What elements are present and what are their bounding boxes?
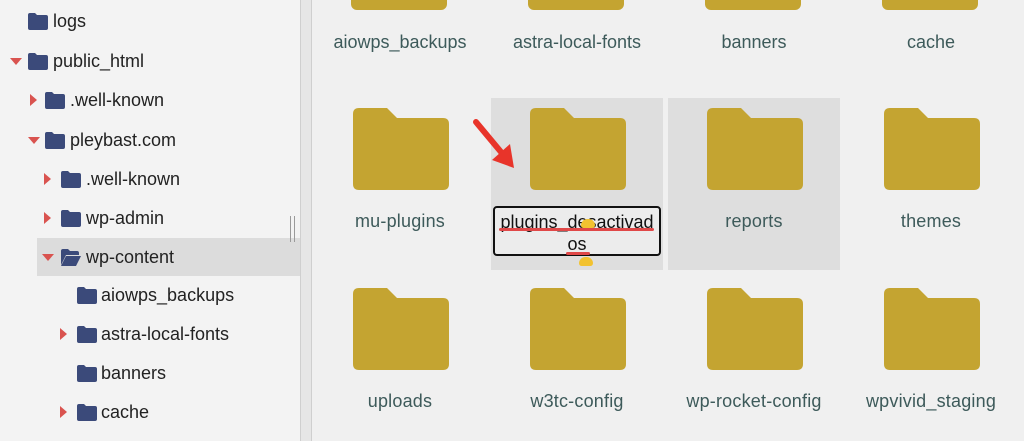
folder-icon [28, 13, 48, 30]
folder-tile-wpvivid-staging[interactable]: wpvivid_staging [845, 278, 1017, 441]
folder-icon [707, 288, 803, 370]
tree-item-label: cache [101, 402, 150, 422]
folder-tile-themes[interactable]: themes [845, 98, 1017, 270]
tree-item-label: banners [101, 363, 167, 383]
tree-item-wp-admin[interactable]: wp-admin [0, 199, 300, 237]
tree-item-banners[interactable]: banners [0, 354, 300, 392]
caret-down-icon[interactable] [42, 254, 54, 261]
folder-icon[interactable] [528, 0, 624, 10]
tree-item-label: .well-known [86, 169, 181, 189]
folder-icon[interactable] [882, 0, 978, 10]
folder-tile-w3tc-config[interactable]: w3tc-config [491, 278, 663, 441]
tree-item-well-known[interactable]: .well-known [0, 81, 300, 119]
folder-icon [61, 171, 81, 188]
spellcheck-underline [566, 252, 590, 255]
tree-item-label: wp-content [86, 247, 175, 267]
folder-icon [884, 108, 980, 190]
folder-icon [353, 108, 449, 190]
tree-item-cache[interactable]: cache [0, 393, 300, 431]
tree-item-astra-local-fonts[interactable]: astra-local-fonts [0, 315, 300, 353]
tree-item-public-html[interactable]: public_html [0, 42, 300, 80]
folder-icon [45, 92, 65, 109]
folder-icon [77, 404, 97, 421]
tree-item-label: public_html [53, 51, 145, 71]
folder-label-astra-local-fonts[interactable]: astra-local-fonts [491, 32, 663, 53]
folder-open-icon [61, 249, 81, 266]
folder-icon[interactable] [351, 0, 447, 10]
folder-icon [28, 53, 48, 70]
folder-name: reports [725, 211, 783, 231]
folder-label-banners[interactable]: banners [668, 32, 840, 53]
caret-right-icon[interactable] [60, 406, 67, 418]
pane-splitter[interactable] [300, 0, 312, 441]
tree-item-wp-content[interactable]: wp-content [37, 238, 300, 276]
red-arrow-icon [473, 119, 514, 168]
folder-icon [707, 108, 803, 190]
tree-item-label: pleybast.com [70, 130, 177, 150]
tree-item-label: aiowps_backups [101, 285, 235, 305]
folder-icon [530, 288, 626, 370]
folder-name: w3tc-config [530, 391, 624, 411]
folder-name: mu-plugins [354, 211, 446, 231]
folder-icon[interactable] [705, 0, 801, 10]
tree-item-label: .well-known [70, 90, 165, 110]
folder-icon [530, 108, 626, 190]
tree-item-well-known[interactable]: .well-known [0, 160, 300, 198]
folder-icon [61, 210, 81, 227]
folder-tree: logs public_html .well-known pleybast.com .w… [0, 0, 300, 441]
tree-item-label: astra-local-fonts [101, 324, 230, 344]
folder-name: themes [900, 211, 962, 231]
tree-item-pleybast-com[interactable]: pleybast.com [0, 121, 300, 159]
folder-icon [45, 132, 65, 149]
tree-item-logs[interactable]: logs [0, 2, 300, 40]
splitter-grip-icon[interactable] [289, 216, 297, 242]
tree-item-aiowps-backups[interactable]: aiowps_backups [0, 276, 300, 314]
selection-handle-icon[interactable] [579, 257, 593, 266]
folder-label-cache[interactable]: cache [845, 32, 1017, 53]
folder-tile-wp-rocket-config[interactable]: wp-rocket-config [668, 278, 840, 441]
folder-name: wpvivid_staging [865, 391, 997, 411]
folder-name: wp-rocket-config [686, 391, 822, 411]
folder-icon [77, 326, 97, 343]
caret-right-icon[interactable] [44, 173, 51, 185]
caret-right-icon[interactable] [30, 94, 37, 106]
tree-item-label: wp-admin [86, 208, 165, 228]
folder-icon [884, 288, 980, 370]
spellcheck-underline [499, 228, 654, 231]
selection-handle-icon[interactable] [581, 219, 595, 228]
caret-down-icon[interactable] [28, 137, 40, 144]
folder-icon [77, 365, 97, 382]
folder-icon [353, 288, 449, 370]
tree-item-label: logs [53, 11, 87, 31]
rename-input[interactable]: plugins_desactivad os [493, 206, 661, 256]
file-grid: aiowps_backups astra-local-fonts banners… [312, 0, 1024, 441]
folder-tile-mu-plugins[interactable]: mu-plugins [314, 98, 486, 270]
caret-right-icon[interactable] [44, 212, 51, 224]
folder-icon [77, 287, 97, 304]
folder-label-aiowps-backups[interactable]: aiowps_backups [314, 32, 486, 53]
caret-right-icon[interactable] [60, 328, 67, 340]
folder-tile-reports[interactable]: reports [668, 98, 840, 270]
caret-down-icon[interactable] [10, 58, 22, 65]
folder-name: uploads [367, 391, 433, 411]
folder-tile-uploads[interactable]: uploads [314, 278, 486, 441]
